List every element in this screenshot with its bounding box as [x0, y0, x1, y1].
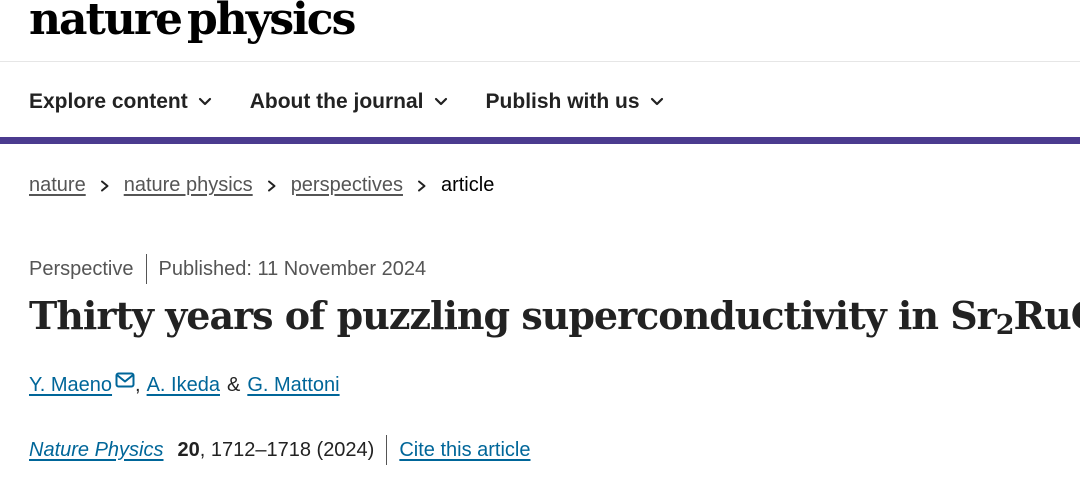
- article-type: Perspective: [29, 257, 134, 280]
- logo-word-physics: physics: [187, 0, 356, 45]
- author-separator: ,: [135, 374, 141, 396]
- nav-about-journal[interactable]: About the journal: [250, 90, 448, 114]
- chevron-down-icon: [198, 97, 211, 106]
- chevron-down-icon: [650, 97, 663, 106]
- mail-icon[interactable]: [115, 372, 135, 388]
- chevron-down-icon: [434, 97, 447, 106]
- title-text-part2: RuO: [1013, 293, 1080, 338]
- breadcrumb-nature[interactable]: nature: [29, 174, 86, 197]
- header-divider: [0, 61, 1080, 62]
- author-list: Y. Maeno , A. Ikeda & G. Mattoni: [29, 372, 340, 397]
- breadcrumb-current: article: [440, 174, 495, 196]
- cite-article-link[interactable]: Cite this article: [399, 439, 530, 462]
- citation-details: , 1712–1718 (2024): [199, 438, 375, 461]
- chevron-right-icon: [100, 180, 109, 191]
- nav-item-label: Explore content: [29, 90, 188, 113]
- article-meta: Perspective Published: 11 November 2024: [29, 254, 426, 284]
- author-link-ikeda[interactable]: A. Ikeda: [147, 374, 220, 397]
- nav-item-label: About the journal: [249, 90, 424, 113]
- breadcrumb-perspectives[interactable]: perspectives: [291, 174, 403, 197]
- journal-link[interactable]: Nature Physics: [29, 439, 164, 462]
- nav-publish-with-us[interactable]: Publish with us: [486, 90, 664, 114]
- meta-divider: [145, 254, 147, 284]
- nav-item-label: Publish with us: [485, 90, 640, 113]
- breadcrumb-nature-physics[interactable]: nature physics: [124, 174, 253, 197]
- citation-line: Nature Physics 20 , 1712–1718 (2024) Cit…: [29, 435, 531, 465]
- author-link-maeno[interactable]: Y. Maeno: [29, 374, 112, 397]
- chevron-right-icon: [267, 180, 276, 191]
- logo-word-nature: nature: [29, 0, 183, 45]
- title-text-part1: Thirty years of puzzling superconductivi…: [29, 293, 997, 338]
- nav-explore-content[interactable]: Explore content: [29, 90, 212, 114]
- chevron-right-icon: [417, 180, 426, 191]
- breadcrumb: nature nature physics perspectives artic…: [29, 174, 494, 197]
- title-subscript-1: 2: [995, 310, 1015, 341]
- volume-number: 20: [177, 438, 200, 461]
- publish-date: Published: 11 November 2024: [158, 257, 427, 280]
- main-nav: Explore content About the journal Publis…: [29, 86, 702, 118]
- site-logo[interactable]: nature physics: [29, 0, 356, 46]
- citation-divider: [386, 435, 388, 465]
- accent-bar: [0, 137, 1080, 144]
- author-link-mattoni[interactable]: G. Mattoni: [247, 374, 339, 397]
- author-conjunction: &: [226, 374, 241, 396]
- article-title: Thirty years of puzzling superconductivi…: [29, 286, 1080, 346]
